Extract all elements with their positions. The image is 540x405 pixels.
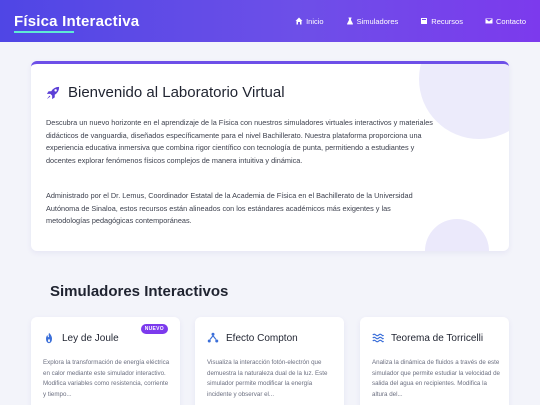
nav-link-label: Inicio	[306, 16, 324, 26]
brand-underline	[14, 31, 74, 33]
card-header: Efecto Compton	[207, 332, 298, 344]
card-title: Ley de Joule	[62, 332, 119, 344]
card-title: Efecto Compton	[226, 332, 298, 344]
rocket-icon	[46, 86, 60, 99]
card-description: Analiza la dinámica de fluidos a través …	[372, 359, 500, 398]
simulator-card-compton[interactable]: Efecto Compton Visualiza la interacción …	[195, 317, 344, 405]
welcome-card: Bienvenido al Laboratorio Virtual Descub…	[31, 61, 509, 251]
book-icon	[421, 18, 428, 24]
card-title: Teorema de Torricelli	[391, 332, 484, 344]
nav-link-contacto[interactable]: Contacto	[485, 17, 526, 26]
section-title: Simuladores Interactivos	[50, 283, 229, 300]
water-icon	[372, 333, 384, 343]
welcome-paragraph: Descubra un nuevo horizonte en el aprend…	[46, 118, 433, 165]
card-description: Explora la transformación de energía elé…	[43, 359, 170, 398]
nav-link-inicio[interactable]: Inicio	[295, 17, 324, 26]
nav-link-simuladores[interactable]: Simuladores	[346, 16, 399, 26]
nav-link-label: Simuladores	[356, 16, 399, 26]
nav-links: Inicio Simuladores Recursos Contacto	[295, 0, 526, 42]
simulator-card-joule[interactable]: NUEVO Ley de Joule Explora la transforma…	[31, 317, 180, 405]
navbar: Física Interactiva Inicio Simuladores Re…	[0, 0, 540, 42]
brand-logo[interactable]: Física Interactiva	[14, 13, 139, 30]
envelope-icon	[485, 18, 493, 24]
home-icon	[295, 17, 303, 25]
nav-link-label: Contacto	[495, 16, 526, 26]
card-description: Visualiza la interacción fotón-electrón …	[207, 359, 328, 398]
welcome-title: Bienvenido al Laboratorio Virtual	[68, 84, 285, 101]
card-header: Ley de Joule	[43, 332, 119, 344]
new-badge: NUEVO	[140, 324, 168, 334]
welcome-paragraph: Administrado por el Dr. Lemus, Coordinad…	[46, 191, 413, 226]
atom-icon	[207, 332, 219, 343]
nav-link-label: Recursos	[431, 16, 463, 26]
flask-icon	[346, 17, 353, 25]
welcome-heading: Bienvenido al Laboratorio Virtual	[46, 84, 285, 101]
card-header: Teorema de Torricelli	[372, 332, 483, 344]
simulator-card-torricelli[interactable]: Teorema de Torricelli Analiza la dinámic…	[360, 317, 509, 405]
nav-link-recursos[interactable]: Recursos	[420, 17, 463, 26]
fire-icon	[46, 332, 52, 344]
